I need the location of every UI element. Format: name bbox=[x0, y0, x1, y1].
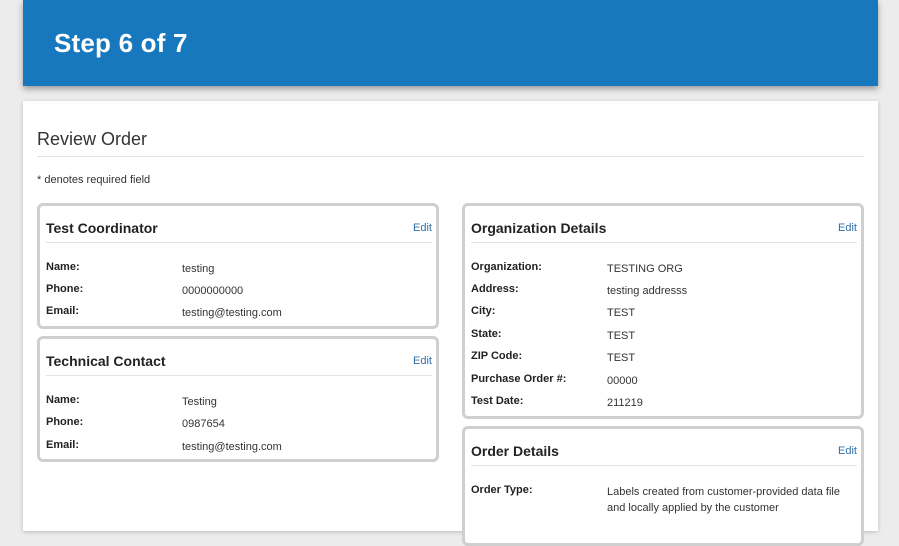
card-title: Test Coordinator bbox=[46, 220, 158, 236]
field-value: testing bbox=[182, 263, 215, 275]
edit-test-coordinator-link[interactable]: Edit bbox=[413, 222, 432, 234]
field-value: Labels created from customer-provided da… bbox=[607, 486, 840, 514]
edit-organization-details-link[interactable]: Edit bbox=[838, 222, 857, 234]
field-label: Order Type: bbox=[471, 484, 533, 496]
field-label: Test Date: bbox=[471, 395, 524, 407]
order-details-card: Order Details Edit Order Type: Labels cr… bbox=[462, 426, 864, 546]
field-value: testing addresss bbox=[607, 285, 688, 297]
edit-technical-contact-link[interactable]: Edit bbox=[413, 355, 432, 367]
field-value: testing@testing.com bbox=[182, 441, 282, 453]
field-label: Email: bbox=[46, 305, 80, 317]
review-order-panel: Review Order * denotes required field Te… bbox=[23, 101, 878, 546]
step-indicator: Step 6 of 7 bbox=[54, 28, 188, 58]
field-value: Testing bbox=[182, 396, 217, 408]
field-label: Name: bbox=[46, 261, 80, 273]
field-label: Email: bbox=[46, 439, 80, 451]
field-value: TEST bbox=[607, 330, 636, 342]
step-header: Step 6 of 7 bbox=[23, 0, 878, 86]
edit-order-details-link[interactable]: Edit bbox=[838, 445, 857, 457]
field-label: City: bbox=[471, 305, 496, 317]
field-value: TEST bbox=[607, 352, 636, 364]
field-label: Phone: bbox=[46, 416, 84, 428]
page-title: Review Order bbox=[37, 129, 148, 149]
card-title: Organization Details bbox=[471, 220, 607, 236]
field-label: Phone: bbox=[46, 283, 84, 295]
technical-contact-card: Technical Contact Edit Name: Testing Pho… bbox=[37, 336, 439, 462]
field-value: 0987654 bbox=[182, 418, 225, 430]
required-field-note: * denotes required field bbox=[37, 174, 151, 186]
field-value: testing@testing.com bbox=[182, 307, 282, 319]
field-value: TESTING ORG bbox=[607, 263, 683, 275]
card-divider bbox=[46, 375, 432, 376]
field-value: 00000 bbox=[607, 375, 638, 387]
card-divider bbox=[471, 242, 857, 243]
test-coordinator-card: Test Coordinator Edit Name: testing Phon… bbox=[37, 203, 439, 329]
field-value: 211219 bbox=[607, 397, 643, 409]
field-label: ZIP Code: bbox=[471, 350, 523, 362]
field-value: TEST bbox=[607, 307, 636, 319]
card-divider bbox=[46, 242, 432, 243]
field-value: 0000000000 bbox=[182, 285, 244, 297]
field-label: Address: bbox=[471, 283, 519, 295]
field-label: State: bbox=[471, 328, 502, 340]
card-title: Technical Contact bbox=[46, 353, 166, 369]
title-divider bbox=[37, 156, 864, 157]
field-label: Purchase Order #: bbox=[471, 373, 567, 385]
field-label: Name: bbox=[46, 394, 80, 406]
card-divider bbox=[471, 465, 857, 466]
field-label: Organization: bbox=[471, 261, 542, 273]
organization-details-card: Organization Details Edit Organization: … bbox=[462, 203, 864, 419]
card-title: Order Details bbox=[471, 443, 559, 459]
